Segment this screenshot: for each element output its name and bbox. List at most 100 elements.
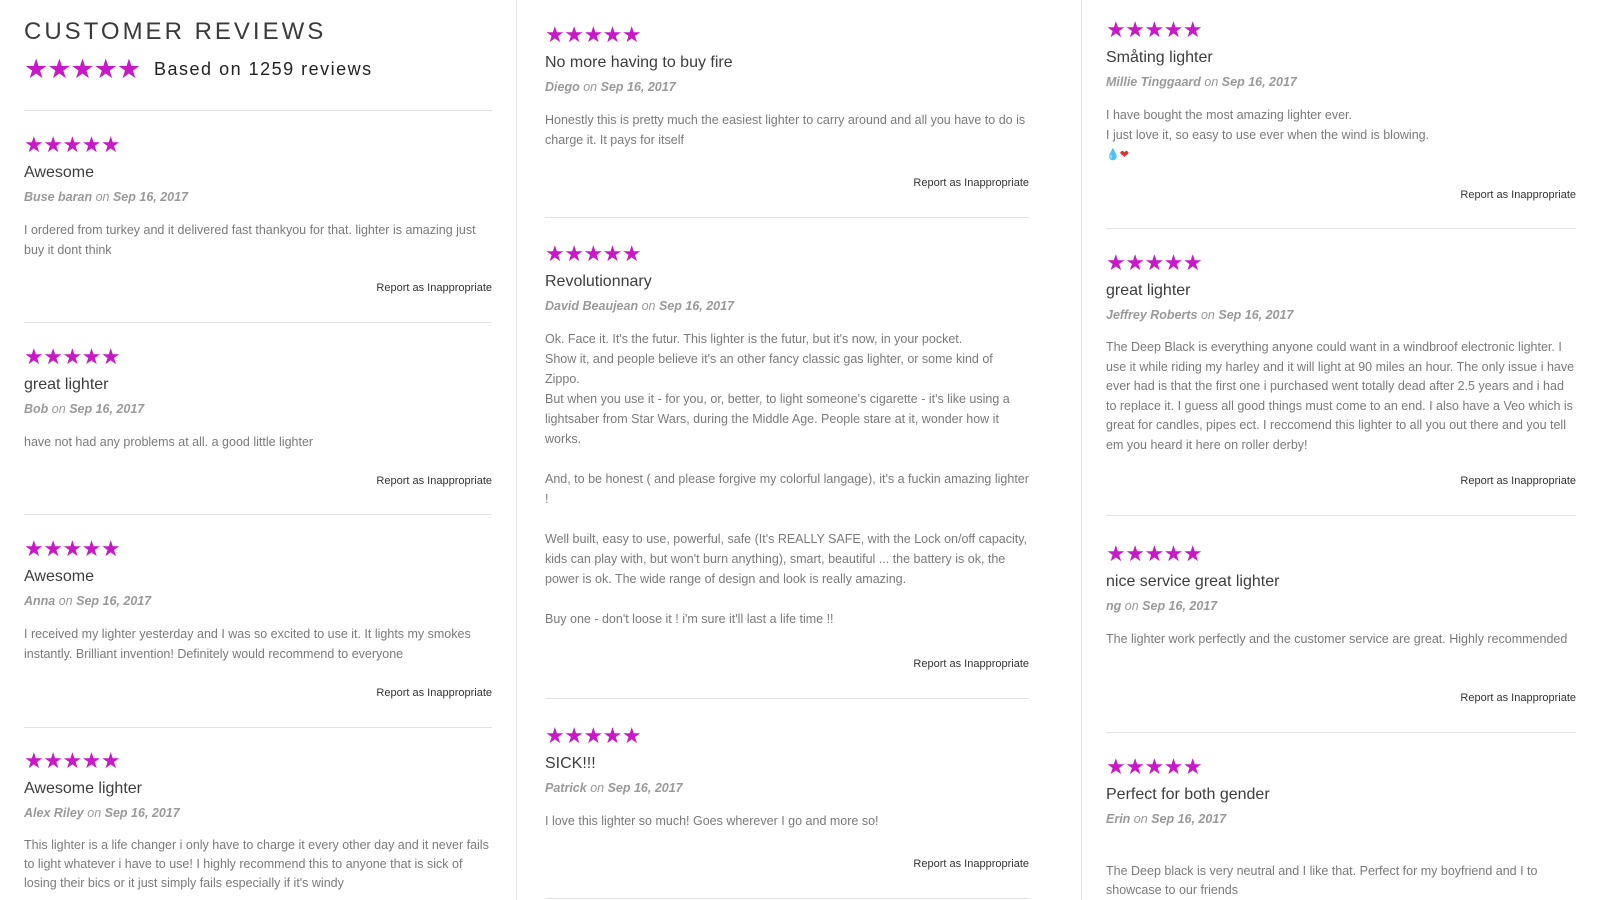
review-author: Millie Tinggaard xyxy=(1106,75,1201,89)
review-meta: ng on Sep 16, 2017 xyxy=(1106,599,1217,613)
rating-stars-icon: ★★★★★ xyxy=(1106,250,1203,275)
review-date: Sep 16, 2017 xyxy=(112,190,189,204)
review-meta: Diego on Sep 16, 2017 xyxy=(545,80,676,94)
review-author: Anna xyxy=(24,594,56,608)
review-paragraph: I received my lighter yesterday and I wa… xyxy=(24,627,471,661)
review-author: Jeffrey Roberts xyxy=(1106,308,1198,322)
divider xyxy=(24,110,492,111)
report-inappropriate-link[interactable]: Report as Inappropriate xyxy=(913,858,1029,870)
review-body: have not had any problems at all. a good… xyxy=(24,432,492,452)
review-author: Alex Riley xyxy=(24,806,84,820)
divider xyxy=(24,514,492,515)
on-label: on xyxy=(590,781,605,795)
report-inappropriate-link[interactable]: Report as Inappropriate xyxy=(376,687,492,699)
rating-stars-icon: ★★★★★ xyxy=(1106,541,1203,566)
review-date: Sep 16, 2017 xyxy=(607,781,683,795)
review-date: Sep 16, 2017 xyxy=(1142,599,1218,613)
review-paragraph: have not had any problems at all. a good… xyxy=(24,435,314,449)
divider xyxy=(24,727,492,728)
review-body: I have bought the most amazing lighter e… xyxy=(1106,105,1576,165)
rating-stars-icon: ★★★★★ xyxy=(24,132,121,157)
review-author: Bob xyxy=(24,402,49,416)
review-paragraph: Show it, and people believe it's an othe… xyxy=(545,352,993,386)
rating-stars-icon: ★★★★★ xyxy=(1106,754,1203,779)
review-meta: Jeffrey Roberts on Sep 16, 2017 xyxy=(1106,308,1293,322)
on-label: on xyxy=(641,299,656,313)
review-date: Sep 16, 2017 xyxy=(76,594,152,608)
divider xyxy=(1106,732,1576,733)
review-meta: Bob on Sep 16, 2017 xyxy=(24,402,144,416)
review-body: The Deep Black is everything anyone coul… xyxy=(1106,338,1576,455)
report-inappropriate-link[interactable]: Report as Inappropriate xyxy=(1460,692,1576,704)
review-date: Sep 16, 2017 xyxy=(658,299,735,313)
on-label: on xyxy=(1124,599,1139,613)
review-date: Sep 16, 2017 xyxy=(600,80,676,94)
review-meta: David Beaujean on Sep 16, 2017 xyxy=(545,299,734,313)
review-paragraph: Ok. Face it. It's the futur. This lighte… xyxy=(545,332,963,346)
review-title: Awesome xyxy=(24,568,94,585)
review-meta: Anna on Sep 16, 2017 xyxy=(24,594,151,608)
review-count: Based on 1259 reviews xyxy=(154,58,373,79)
rating-stars-icon: ★★★★★ xyxy=(24,536,121,561)
divider xyxy=(545,698,1029,699)
review-paragraph: And, to be honest ( and please forgive m… xyxy=(545,472,1029,506)
report-inappropriate-link[interactable]: Report as Inappropriate xyxy=(376,475,492,487)
average-rating-stars-icon: ★★★★★ xyxy=(24,54,141,84)
review-body: I ordered from turkey and it delivered f… xyxy=(24,220,492,260)
on-label: on xyxy=(58,594,73,608)
review-paragraph: I ordered from turkey and it delivered f… xyxy=(24,223,476,257)
report-inappropriate-link[interactable]: Report as Inappropriate xyxy=(376,282,492,294)
review-title: Awesome xyxy=(24,164,94,181)
review-date: Sep 16, 2017 xyxy=(1151,812,1227,826)
review-paragraph: The lighter work perfectly and the custo… xyxy=(1106,632,1568,646)
rating-summary: ★★★★★ Based on 1259 reviews xyxy=(24,54,373,84)
column-separator xyxy=(1081,0,1082,900)
review-title: Revolutionnary xyxy=(545,273,652,290)
review-body: The Deep black is very neutral and I lik… xyxy=(1106,862,1576,900)
review-body: I love this lighter so much! Goes wherev… xyxy=(545,811,1029,831)
review-title: SICK!!! xyxy=(545,755,596,772)
review-paragraph: Honestly this is pretty much the easiest… xyxy=(545,113,1026,147)
heart-emoji-icon: 💧❤ xyxy=(1106,149,1129,161)
reviews-page: CUSTOMER REVIEWS ★★★★★ Based on 1259 rev… xyxy=(0,0,1600,900)
review-title: Småting lighter xyxy=(1106,49,1213,66)
divider xyxy=(545,217,1029,218)
report-inappropriate-link[interactable]: Report as Inappropriate xyxy=(1460,475,1576,487)
divider xyxy=(24,322,492,323)
on-label: on xyxy=(1133,812,1148,826)
review-meta: Patrick on Sep 16, 2017 xyxy=(545,781,683,795)
review-body: Honestly this is pretty much the easiest… xyxy=(545,110,1029,150)
review-paragraph: But when you use it - for you, or, bette… xyxy=(545,392,1010,446)
divider xyxy=(1106,515,1576,516)
on-label: on xyxy=(87,806,102,820)
review-title: No more having to buy fire xyxy=(545,54,733,71)
rating-stars-icon: ★★★★★ xyxy=(545,723,642,748)
on-label: on xyxy=(95,190,110,204)
review-date: Sep 16, 2017 xyxy=(1218,308,1294,322)
report-inappropriate-link[interactable]: Report as Inappropriate xyxy=(913,177,1029,189)
review-paragraph: I have bought the most amazing lighter e… xyxy=(1106,108,1352,122)
review-meta: Buse baran on Sep 16, 2017 xyxy=(24,190,188,204)
review-date: Sep 16, 2017 xyxy=(69,402,145,416)
review-title: great lighter xyxy=(1106,282,1191,299)
review-author: Diego xyxy=(545,80,580,94)
review-author: Patrick xyxy=(545,781,587,795)
report-inappropriate-link[interactable]: Report as Inappropriate xyxy=(1460,189,1576,201)
review-paragraph: I love this lighter so much! Goes wherev… xyxy=(545,814,879,828)
column-separator xyxy=(516,0,517,900)
review-meta: Millie Tinggaard on Sep 16, 2017 xyxy=(1106,75,1297,89)
rating-stars-icon: ★★★★★ xyxy=(24,344,121,369)
review-author: Buse baran xyxy=(24,190,93,204)
review-title: Perfect for both gender xyxy=(1106,786,1270,803)
review-paragraph: Buy one - don't loose it ! i'm sure it'l… xyxy=(545,612,834,626)
review-paragraph: This lighter is a life changer i only ha… xyxy=(24,838,489,890)
on-label: on xyxy=(51,402,66,416)
review-paragraph: The Deep Black is everything anyone coul… xyxy=(1106,340,1575,452)
review-paragraph: Well built, easy to use, powerful, safe … xyxy=(545,532,1028,586)
report-inappropriate-link[interactable]: Report as Inappropriate xyxy=(913,658,1029,670)
review-body: This lighter is a life changer i only ha… xyxy=(24,836,492,893)
review-body: I received my lighter yesterday and I wa… xyxy=(24,624,492,664)
review-author: ng xyxy=(1106,599,1122,613)
rating-stars-icon: ★★★★★ xyxy=(24,748,121,773)
on-label: on xyxy=(1204,75,1219,89)
